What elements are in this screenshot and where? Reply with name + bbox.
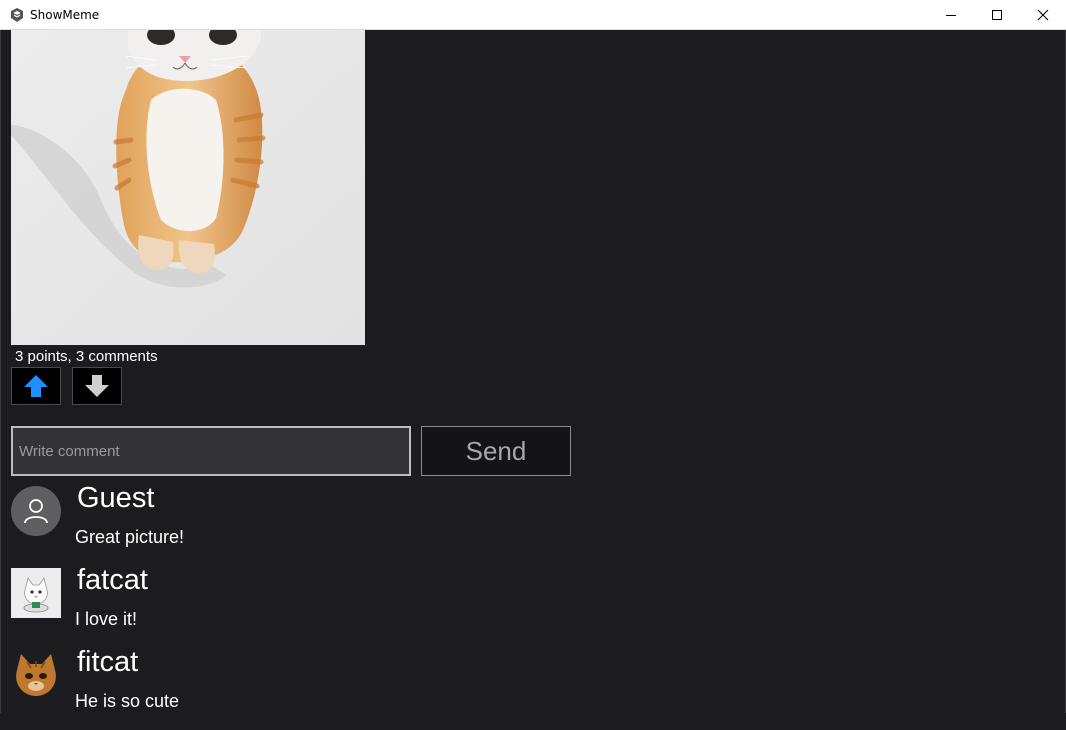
comment-item: fatcat I love it! [11,564,611,648]
post-stats: 3 points, 3 comments [15,348,158,365]
meme-image [11,30,365,345]
orange-cat-avatar [11,650,61,700]
maximize-button[interactable] [974,0,1020,30]
comment-text: I love it! [75,609,138,629]
comment-username: Guest [77,482,155,514]
white-cat-avatar [11,568,61,618]
comment-input[interactable] [11,426,411,476]
upvote-button[interactable] [11,367,61,405]
comment-text: He is so cute [75,691,180,711]
comment-item: Guest Great picture! [11,482,611,566]
minimize-button[interactable] [928,0,974,30]
comment-username: fatcat [77,564,148,596]
close-button[interactable] [1020,0,1066,30]
minimize-icon [946,15,956,16]
maximize-icon [992,10,1002,20]
close-icon [1037,9,1049,21]
comment-item: fitcat He is so cute [11,646,611,730]
send-button[interactable]: Send [421,426,571,476]
showmeme-logo-icon [9,7,25,23]
window-border-left [0,30,1,713]
default-user-icon [11,486,61,536]
comment-username: fitcat [77,646,139,678]
arrow-up-icon [24,375,48,397]
arrow-down-icon [85,375,109,397]
title-bar: ShowMeme [0,0,1066,30]
comment-text: Great picture! [75,527,185,547]
window-title: ShowMeme [30,8,100,22]
downvote-button[interactable] [72,367,122,405]
